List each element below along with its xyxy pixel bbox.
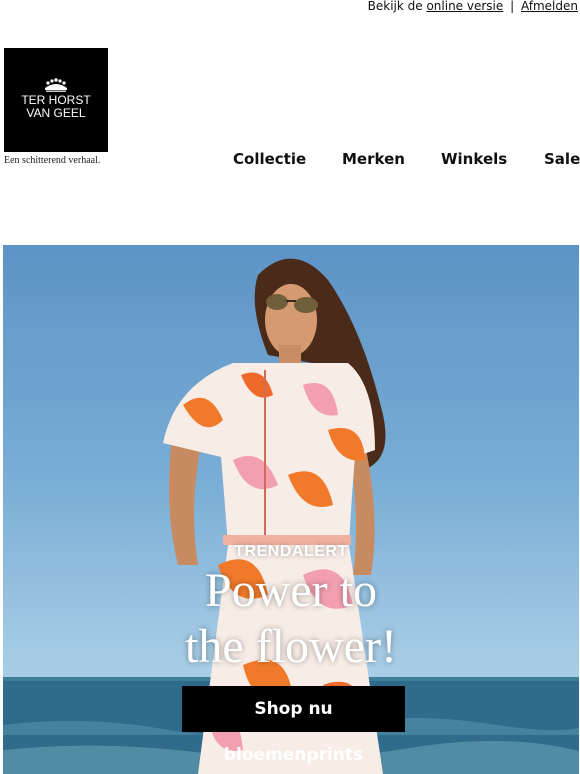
online-version-link[interactable]: online versie <box>426 0 503 13</box>
nav-item-collectie[interactable]: Collectie <box>233 150 306 168</box>
nav-item-winkels[interactable]: Winkels <box>441 150 507 168</box>
hero-title-line2: the flower! <box>185 620 397 673</box>
hero-kicker: TRENDALERT <box>234 543 348 560</box>
brand-tagline: Een schitterend verhaal. <box>4 155 101 166</box>
header-utility-links: Bekijk de online versie | Afmelden <box>368 0 578 12</box>
nav-item-merken[interactable]: Merken <box>342 150 405 168</box>
nav-item-sale[interactable]: Sale <box>544 150 580 168</box>
hero-title-line1: Power to <box>205 564 377 617</box>
view-prefix-text: Bekijk de <box>367 0 423 13</box>
shop-flower-prints-button[interactable]: Shop nu bloemenprints <box>182 686 405 765</box>
hero-banner[interactable]: TRENDALERT Power to the flower! Shop nu … <box>3 245 579 774</box>
logo-text-line2: VAN GEEL <box>26 106 86 120</box>
unsubscribe-link[interactable]: Afmelden <box>521 0 578 13</box>
link-separator: | <box>510 0 515 13</box>
crown-icon <box>45 78 67 92</box>
brand-logo[interactable]: TER HORST VAN GEEL <box>4 48 108 152</box>
